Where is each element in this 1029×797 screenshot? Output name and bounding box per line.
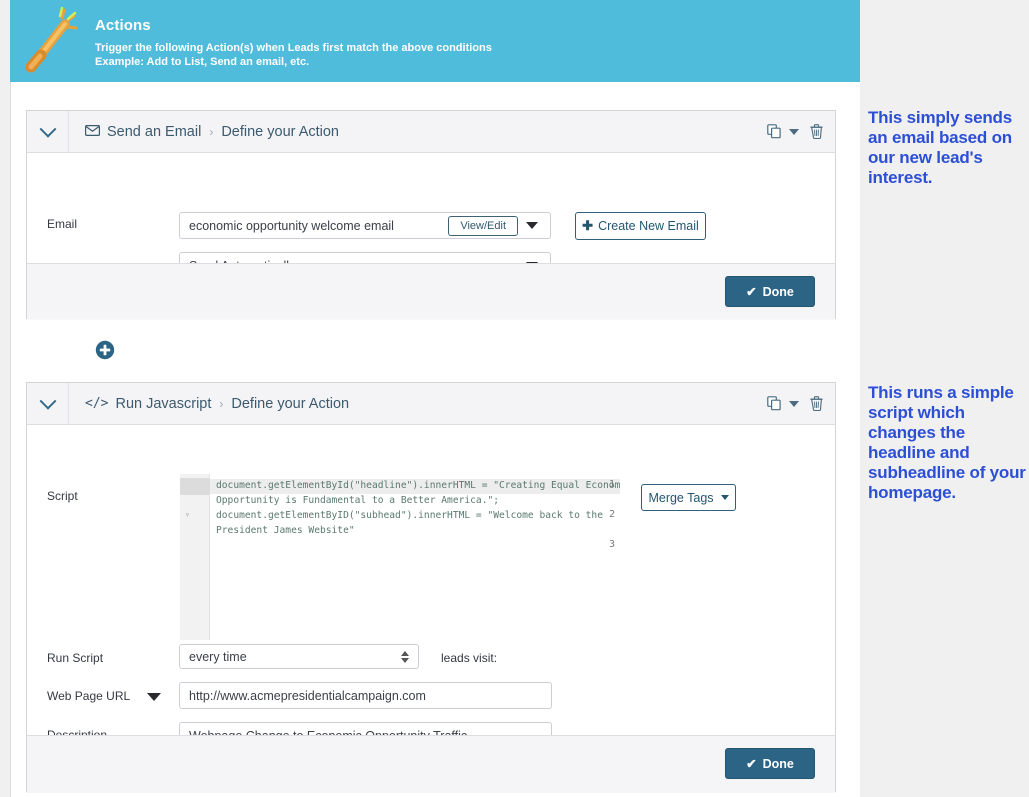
email-action-footer: ✔ Done [27,263,835,319]
annotation-script-note: This runs a simple script which changes … [868,383,1026,502]
email-action-collapse-toggle[interactable] [27,111,69,152]
copy-icon[interactable] [767,396,782,411]
create-new-email-button[interactable]: ✚ Create New Email [575,212,706,240]
run-script-suffix: leads visit: [441,651,498,665]
banner-title: Actions [95,17,151,34]
email-action-current-step: Define your Action [221,123,339,140]
caret-down-icon[interactable] [147,693,161,701]
merge-tags-label: Merge Tags [648,490,714,505]
script-action-footer: ✔ Done [27,735,835,793]
web-page-url-input[interactable]: http://www.acmepresidentialcampaign.com [179,682,552,709]
create-new-email-label: Create New Email [598,219,699,233]
email-select[interactable]: economic opportunity welcome email View/… [179,212,551,239]
script-action-tools [767,383,823,424]
email-action-panel: Send an Email › Define your Action Email… [26,110,836,319]
web-page-url-label: Web Page URL [47,689,131,703]
script-action-breadcrumb: </> Run Javascript › Define your Action [85,396,349,412]
trash-icon[interactable] [810,124,823,139]
script-action-type: </> Run Javascript [85,396,211,412]
chevron-down-icon [39,120,56,138]
editor-line-number: 3 [608,539,615,550]
annotation-rail: This simply sends an email based on our … [860,0,1029,797]
caret-down-icon[interactable] [789,400,799,407]
breadcrumb-separator: › [209,124,214,139]
script-action-body: Script 1 2 3 ▿ document.getElementById("… [27,425,835,755]
editor-code-line: document.getElementById("headline").inne… [216,480,621,506]
envelope-icon [85,124,101,140]
plus-circle-icon [95,340,115,360]
email-action-tools [767,111,823,152]
copy-icon[interactable] [767,124,782,139]
check-icon: ✔ [746,285,757,299]
email-action-type: Send an Email [85,124,201,140]
check-icon: ✔ [746,757,757,771]
web-page-url-value: http://www.acmepresidentialcampaign.com [189,688,426,703]
banner-subtitle-line1: Trigger the following Action(s) when Lea… [95,42,492,54]
email-action-body: Email economic opportunity welcome email… [27,153,835,279]
code-brackets-icon: </> [85,396,109,411]
editor-gutter [180,474,210,640]
caret-down-icon [720,495,729,500]
stepper-icon[interactable] [401,650,409,663]
run-script-select[interactable]: every time [179,644,419,669]
editor-active-gutter [180,478,210,495]
chevron-down-icon [39,392,56,410]
editor-fold-marker[interactable]: ▿ [185,510,190,519]
editor-code-line: document.getElementByID("subhead").inner… [216,510,609,536]
script-action-header: </> Run Javascript › Define your Action [27,383,835,425]
merge-tags-button[interactable]: Merge Tags [641,484,736,511]
caret-down-icon[interactable] [789,128,799,135]
run-script-label: Run Script [47,651,104,665]
run-script-value: every time [189,649,247,664]
annotation-email-note: This simply sends an email based on our … [868,108,1012,187]
email-action-breadcrumb: Send an Email › Define your Action [85,124,339,140]
page-root: This simply sends an email based on our … [0,0,1029,797]
email-done-button[interactable]: ✔ Done [725,276,815,307]
email-select-value: economic opportunity welcome email [189,218,394,233]
email-field-label: Email [47,217,78,231]
add-action-button[interactable] [95,340,123,368]
script-code-editor[interactable]: 1 2 3 ▿ document.getElementById("headlin… [179,473,621,641]
email-action-header: Send an Email › Define your Action [27,111,835,153]
plus-icon: ✚ [582,218,594,233]
script-action-type-label: Run Javascript [115,395,212,412]
script-done-button[interactable]: ✔ Done [725,748,815,779]
script-field-label: Script [47,489,78,503]
chevron-down-icon[interactable] [526,222,538,229]
magic-wand-icon [18,4,86,76]
email-action-type-label: Send an Email [107,123,202,140]
banner-subtitle-line2: Example: Add to List, Send an email, etc… [95,56,310,68]
email-done-label: Done [762,284,794,299]
script-done-label: Done [762,756,794,771]
breadcrumb-separator: › [219,396,224,411]
trash-icon[interactable] [810,396,823,411]
script-action-panel: </> Run Javascript › Define your Action [26,382,836,793]
banner-subtitle: Trigger the following Action(s) when Lea… [95,41,492,69]
actions-banner: Actions Trigger the following Action(s) … [10,0,860,82]
view-edit-button[interactable]: View/Edit [448,215,518,236]
script-action-current-step: Define your Action [231,395,350,412]
script-action-collapse-toggle[interactable] [27,383,69,424]
